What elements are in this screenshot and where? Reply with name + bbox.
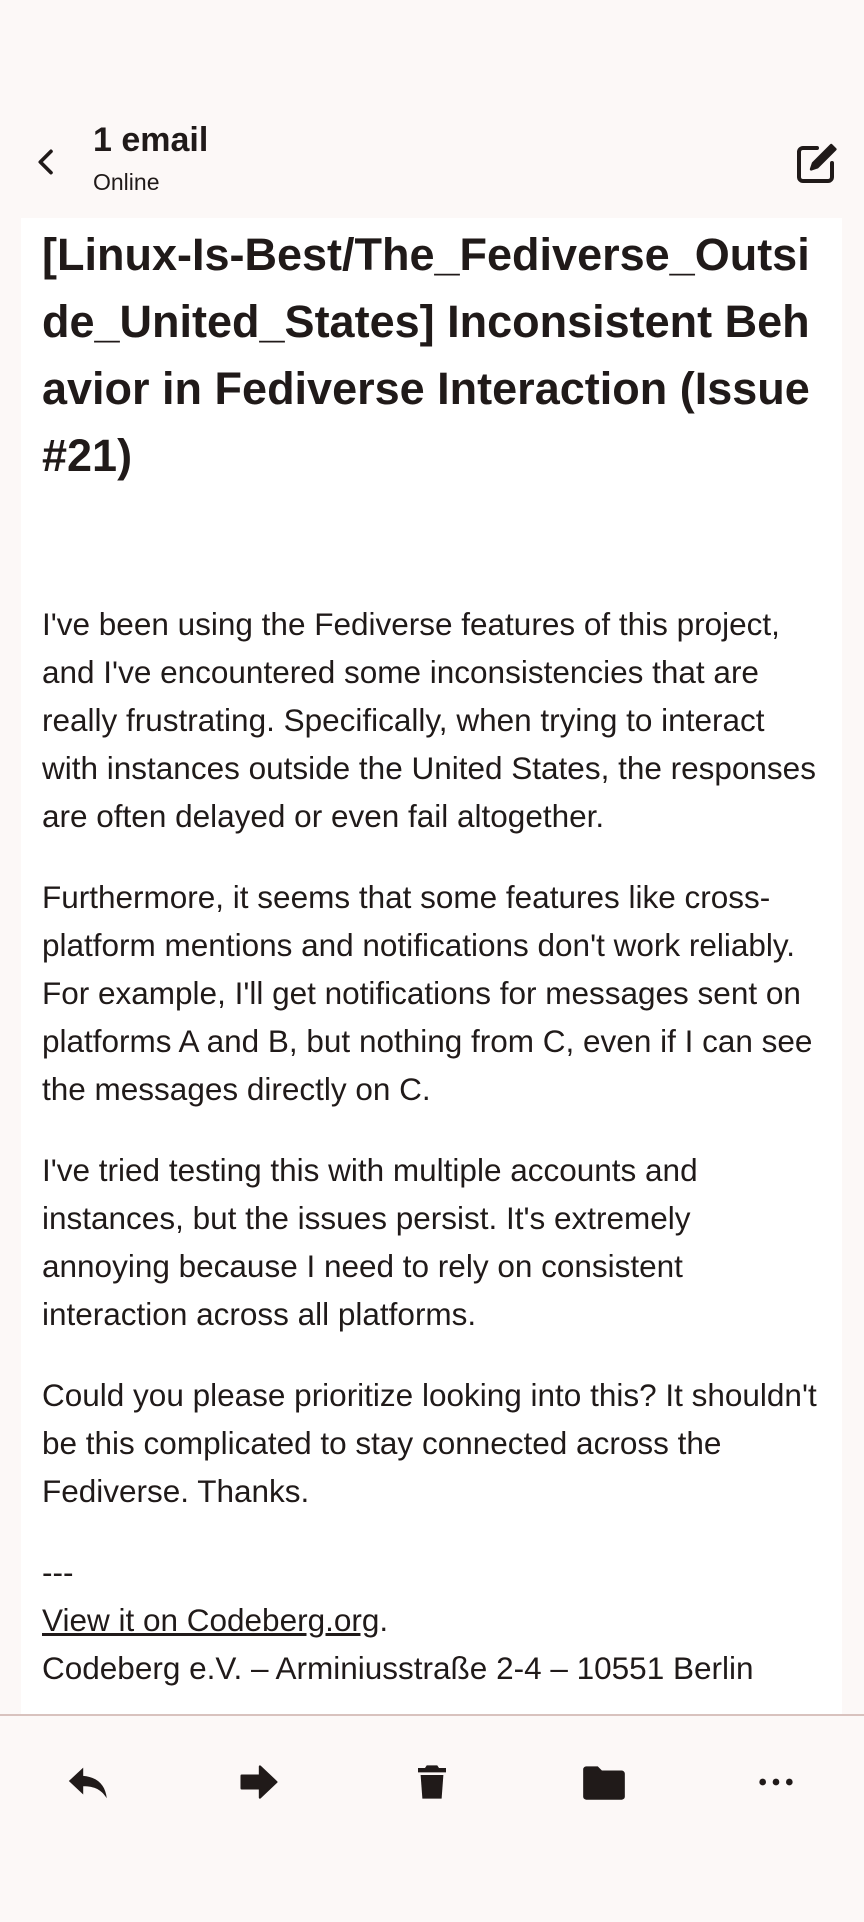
- body-paragraph: I've been using the Fediverse features o…: [42, 606, 816, 834]
- link-suffix: .: [379, 1602, 389, 1638]
- body-paragraph: I've tried testing this with multiple ac…: [42, 1152, 698, 1332]
- signature-separator: ---: [42, 1554, 74, 1590]
- move-to-folder-button[interactable]: [568, 1746, 640, 1818]
- bottom-action-bar: [0, 1714, 864, 1922]
- signature-link-line: View it on Codeberg.org.: [42, 1596, 821, 1644]
- forward-icon: [240, 1765, 278, 1799]
- chevron-left-icon: [38, 149, 53, 175]
- body-paragraph: Could you please prioritize looking into…: [42, 1377, 817, 1509]
- reply-button[interactable]: [52, 1746, 124, 1818]
- page-title: 1 email: [93, 121, 209, 159]
- edit-icon: [797, 143, 837, 183]
- title-block: 1 email Online: [93, 119, 208, 199]
- compose-button[interactable]: [790, 138, 842, 190]
- email-content[interactable]: [Linux-Is-Best/The_Fediverse_Outside_Uni…: [21, 218, 842, 1715]
- more-horizontal-icon: [759, 1778, 793, 1786]
- signature-footer: Codeberg e.V. – Arminiusstraße 2-4 – 105…: [42, 1650, 754, 1686]
- reply-icon: [68, 1767, 107, 1799]
- view-on-codeberg-link[interactable]: View it on Codeberg.org: [42, 1602, 379, 1638]
- forward-button[interactable]: [223, 1746, 295, 1818]
- back-button[interactable]: [22, 138, 70, 186]
- email-subject: [Linux-Is-Best/The_Fediverse_Outside_Uni…: [42, 229, 810, 481]
- email-body: I've been using the Fediverse features o…: [42, 600, 821, 1692]
- connection-status: Online: [93, 169, 160, 195]
- top-app-bar: 1 email Online: [0, 100, 864, 220]
- folder-icon: [583, 1766, 625, 1800]
- more-options-button[interactable]: [740, 1746, 812, 1818]
- trash-icon: [418, 1765, 446, 1799]
- body-paragraph: Furthermore, it seems that some features…: [42, 879, 813, 1107]
- delete-button[interactable]: [396, 1746, 468, 1818]
